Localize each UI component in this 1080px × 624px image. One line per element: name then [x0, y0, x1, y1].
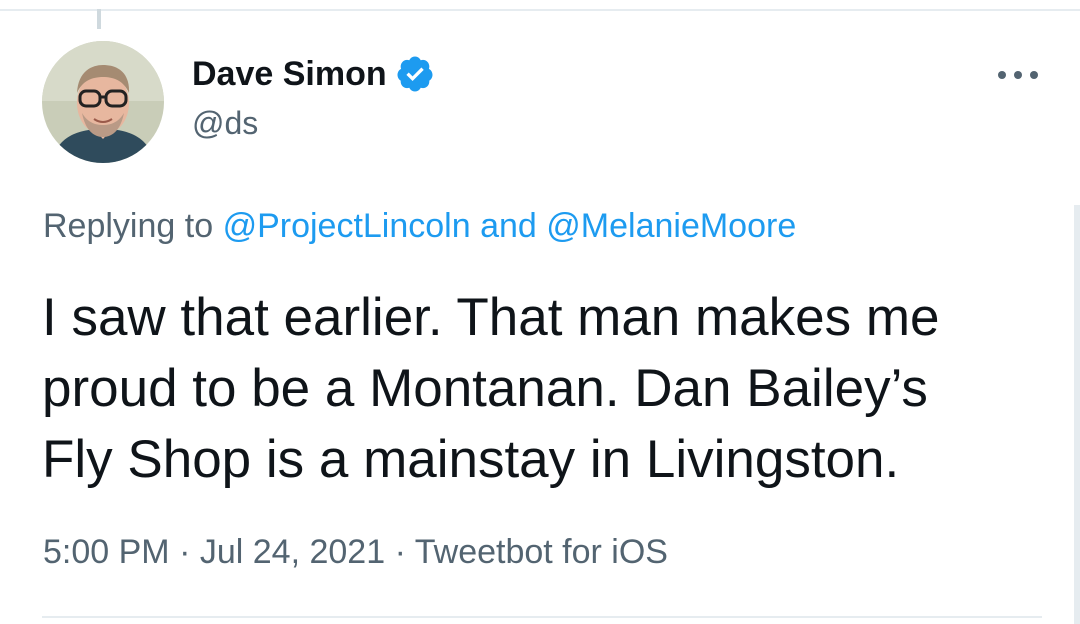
author-name-text[interactable]: Dave Simon: [192, 52, 387, 96]
tweet-text-line: proud to be a Montanan. Dan Bailey’s: [42, 359, 928, 418]
scrollbar-track[interactable]: [1074, 205, 1080, 624]
mention-link[interactable]: @MelanieMoore: [546, 207, 796, 245]
tweet-text: I saw that earlier. That man makes me pr…: [42, 282, 1042, 495]
tweet-date[interactable]: Jul 24, 2021: [200, 533, 385, 571]
verified-badge-icon: [397, 56, 433, 92]
more-options-icon[interactable]: [998, 60, 1038, 90]
mention-link[interactable]: @ProjectLincoln: [223, 207, 471, 245]
tweet-text-line: Fly Shop is a mainstay in Livingston.: [42, 430, 900, 489]
top-divider: [0, 9, 1080, 11]
meta-separator: ·: [179, 533, 191, 571]
person-avatar-icon: [42, 41, 164, 163]
more-dot: [1030, 71, 1038, 79]
more-dot: [1014, 71, 1022, 79]
more-dot: [998, 71, 1006, 79]
bottom-divider: [42, 616, 1042, 618]
tweet-metadata: 5:00 PM · Jul 24, 2021 · Tweetbot for iO…: [43, 530, 668, 574]
replying-to-line: Replying to @ProjectLincoln and @Melanie…: [43, 204, 796, 248]
thread-connector-line: [97, 9, 101, 29]
author-handle[interactable]: @ds: [192, 103, 258, 143]
tweet-time[interactable]: 5:00 PM: [43, 533, 170, 571]
meta-separator: ·: [394, 533, 406, 571]
tweet-source[interactable]: Tweetbot for iOS: [415, 533, 668, 571]
avatar[interactable]: [42, 41, 164, 163]
mention-joiner[interactable]: and: [480, 207, 537, 245]
author-name[interactable]: Dave Simon: [192, 52, 435, 96]
tweet-detail: Dave Simon @ds Replying to @ProjectLinco…: [0, 0, 1080, 624]
replying-to-label: Replying to: [43, 207, 214, 245]
tweet-text-line: I saw that earlier. That man makes me: [42, 288, 940, 347]
